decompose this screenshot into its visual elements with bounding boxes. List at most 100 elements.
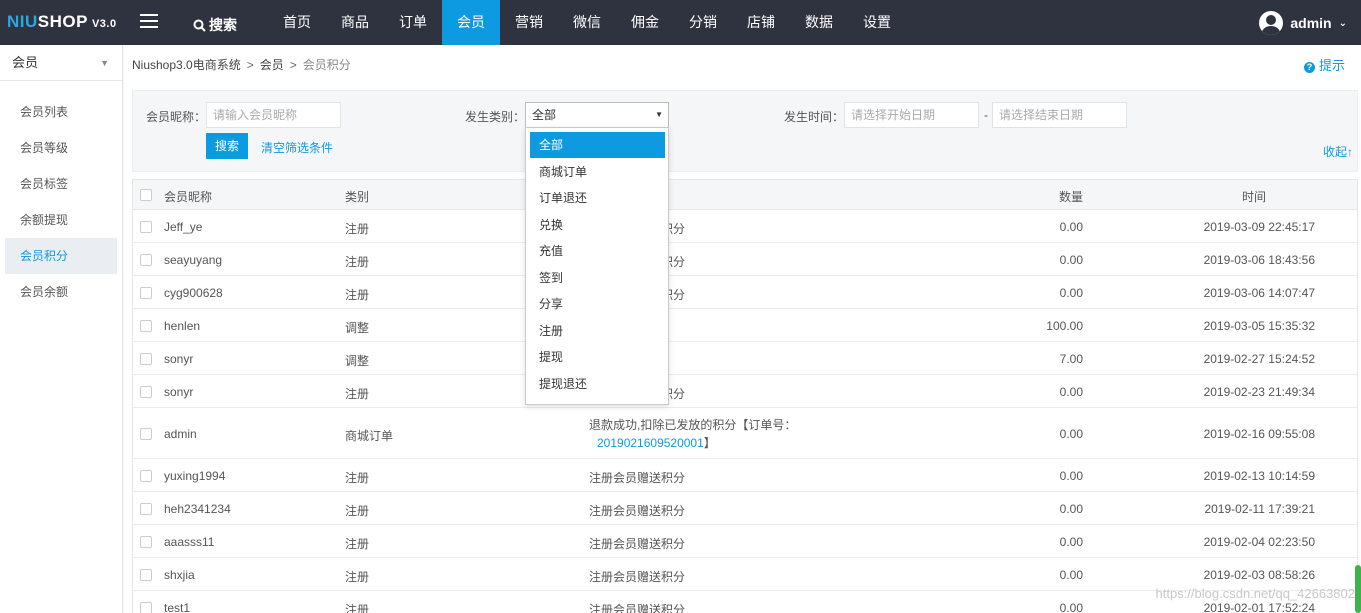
cell-quantity: 7.00 [1059,352,1083,366]
cell-type: 注册 [345,504,370,518]
caret-down-icon: ▼ [655,110,663,119]
row-checkbox[interactable] [140,428,152,440]
cell-description: 注册会员赠送积分 [589,471,686,485]
top-search-button[interactable]: 搜索 [193,15,237,35]
type-option-2[interactable]: 订单退还 [530,185,665,211]
cell-quantity: 0.00 [1059,601,1083,613]
row-checkbox[interactable] [140,536,152,548]
table-row: heh2341234 注册 注册会员赠送积分 0.00 2019-02-11 17:39… [133,492,1357,525]
hint-button[interactable]: ? 提示 [1303,55,1345,74]
sidebar-item-0[interactable]: 会员列表 [5,94,117,130]
row-checkbox[interactable] [140,254,152,266]
row-checkbox[interactable] [140,353,152,365]
nav-item-5[interactable]: 微信 [558,0,616,45]
table-row: yuxing1994 注册 注册会员赠送积分 0.00 2019-02-13 10:14… [133,459,1357,492]
cell-type: 商城订单 [345,429,394,443]
row-checkbox[interactable] [140,287,152,299]
cell-quantity: 0.00 [1059,385,1083,399]
cell-quantity: 0.00 [1059,427,1083,441]
row-checkbox[interactable] [140,386,152,398]
collapse-link[interactable]: 收起↑ [1323,143,1353,160]
nav-item-10[interactable]: 设置 [848,0,906,45]
type-option-0[interactable]: 全部 [530,132,665,158]
points-table: 会员昵称 类别 数量 时间 Jeff_ye注册注册会员赠送积分0.002019-… [132,179,1358,613]
type-option-4[interactable]: 充值 [530,238,665,264]
nav-item-7[interactable]: 分销 [674,0,732,45]
cell-time: 2019-02-03 08:58:26 [1203,568,1315,582]
cell-time: 2019-02-27 15:24:52 [1203,352,1315,366]
cell-type: 注册 [345,537,370,551]
cell-quantity: 100.00 [1046,319,1083,333]
version-label: V3.0 [91,18,117,30]
logo-text-niu: NIU [7,12,38,31]
scrollbar[interactable] [1355,565,1361,613]
sidebar-item-4[interactable]: 会员积分 [5,238,117,274]
cell-type: 调整 [345,321,370,335]
sidebar-item-5[interactable]: 会员余额 [5,274,117,310]
cell-nickname: yuxing1994 [164,469,226,483]
brand-logo[interactable]: NIUSHOP V3.0 [7,12,117,32]
cell-time: 2019-02-23 21:49:34 [1203,385,1315,399]
type-option-9[interactable]: 提现退还 [530,371,665,397]
nav-item-0[interactable]: 首页 [268,0,326,45]
row-checkbox[interactable] [140,320,152,332]
cell-type: 注册 [345,255,370,269]
breadcrumb-section[interactable]: 会员 [260,58,284,72]
top-search-label: 搜索 [209,17,237,33]
cell-time: 2019-03-09 22:45:17 [1203,220,1315,234]
breadcrumb-root[interactable]: Niushop3.0电商系统 [132,58,241,72]
avatar [1259,11,1284,35]
type-option-6[interactable]: 分享 [530,291,665,317]
type-option-1[interactable]: 商城订单 [530,159,665,185]
table-body: Jeff_ye注册注册会员赠送积分0.002019-03-09 22:45:17… [133,210,1357,613]
nav-item-9[interactable]: 数据 [790,0,848,45]
nickname-input[interactable]: 请输入会员昵称 [206,102,341,128]
cell-description: 注册会员赠送积分 [589,537,686,551]
header-quantity: 数量 [1058,190,1083,204]
sidebar-item-1[interactable]: 会员等级 [5,130,117,166]
row-checkbox[interactable] [140,503,152,515]
sidebar-item-3[interactable]: 余额提现 [5,202,117,238]
type-option-8[interactable]: 提现 [530,344,665,370]
type-select[interactable]: 全部 ▼ [525,102,669,128]
start-date-input[interactable]: 请选择开始日期 [844,102,979,128]
nav-item-6[interactable]: 佣金 [616,0,674,45]
cell-description-tail: 】 [703,436,716,450]
type-option-7[interactable]: 注册 [530,318,665,344]
clear-filters-link[interactable]: 清空筛选条件 [261,139,333,156]
sidebar-item-2[interactable]: 会员标签 [5,166,117,202]
row-checkbox[interactable] [140,602,152,613]
user-menu[interactable]: admin ⌄ [1259,10,1347,36]
nav-item-4[interactable]: 营销 [500,0,558,45]
cell-time: 2019-02-16 09:55:08 [1203,427,1315,441]
module-select-label: 会员 [12,55,39,70]
nav-item-8[interactable]: 店铺 [732,0,790,45]
nav-item-3[interactable]: 会员 [442,0,500,45]
nav-item-2[interactable]: 订单 [384,0,442,45]
question-icon: ? [1303,62,1315,73]
type-option-5[interactable]: 签到 [530,265,665,291]
cell-time: 2019-02-13 10:14:59 [1203,469,1315,483]
cell-nickname: heh2341234 [164,502,231,516]
cell-description: 注册会员赠送积分 [589,570,686,584]
select-all-checkbox[interactable] [140,189,152,201]
hint-label: 提示 [1318,58,1345,73]
row-checkbox[interactable] [140,221,152,233]
cell-description-line2: 2019021609520001】 [589,434,716,451]
header-type: 类别 [345,190,370,204]
menu-toggle-icon[interactable] [140,14,158,31]
end-date-input[interactable]: 请选择结束日期 [992,102,1127,128]
type-option-3[interactable]: 兑换 [530,212,665,238]
caret-down-icon: ▼ [100,58,109,68]
cell-nickname: henlen [164,319,201,333]
cell-nickname: Jeff_ye [164,220,203,234]
nav-item-1[interactable]: 商品 [326,0,384,45]
user-name: admin [1290,15,1332,31]
search-button[interactable]: 搜索 [206,133,248,159]
table-row: sonyr注册注册会员赠送积分0.002019-02-23 21:49:34 [133,375,1357,408]
header-nickname: 会员昵称 [164,190,213,204]
order-number-link[interactable]: 2019021609520001 [597,436,704,450]
module-select[interactable]: 会员 ▼ [0,45,122,81]
row-checkbox[interactable] [140,569,152,581]
row-checkbox[interactable] [140,470,152,482]
